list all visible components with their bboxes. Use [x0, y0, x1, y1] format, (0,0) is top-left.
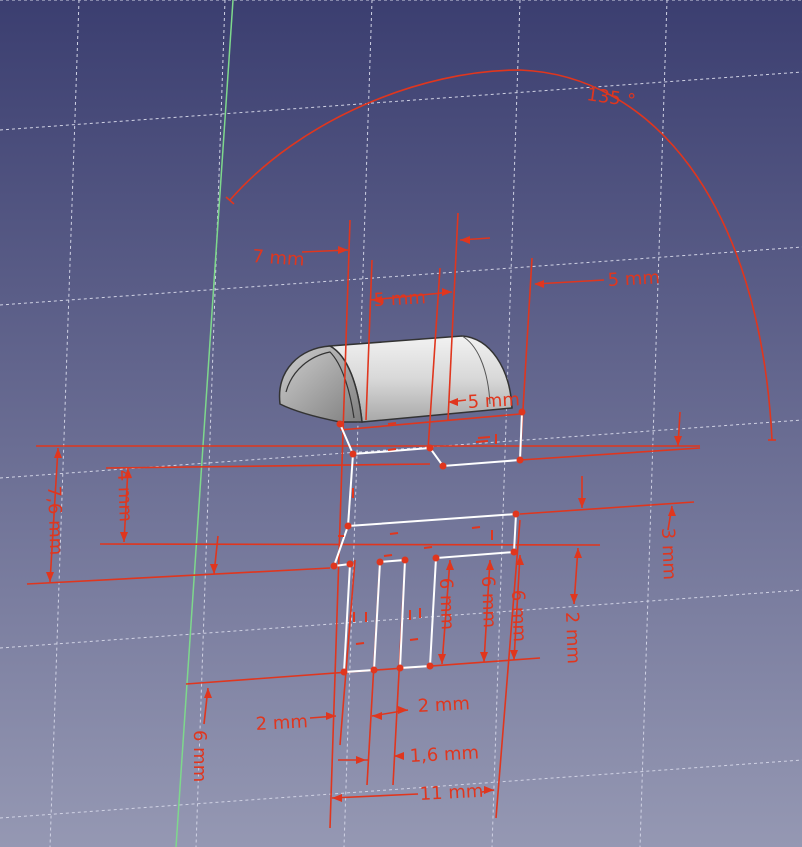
- dimension-7mm[interactable]: 7 mm: [252, 246, 306, 271]
- dimension-2mm-right[interactable]: 2 mm: [561, 611, 584, 664]
- vertex[interactable]: [432, 554, 440, 562]
- vertex[interactable]: [346, 560, 354, 568]
- vertex[interactable]: [336, 420, 344, 428]
- horizontal-constraint-marker: [471, 526, 481, 529]
- dimension-1-6mm[interactable]: 1,6 mm: [409, 742, 479, 767]
- 3d-view-canvas[interactable]: 135 ° 7 mm 5 mm 5 mm 5 mm 7,6 mm 4 mm 3 …: [0, 0, 802, 847]
- horizontal-constraint-marker: [387, 422, 397, 425]
- dimension-2mm-left[interactable]: 2 mm: [255, 711, 308, 735]
- dimension-11mm[interactable]: 11 mm: [419, 781, 484, 805]
- vertex[interactable]: [516, 456, 524, 464]
- horizontal-constraint-marker: [477, 436, 491, 439]
- dimension-4mm[interactable]: 4 mm: [113, 469, 136, 522]
- viewport-background: [0, 0, 802, 847]
- vertex[interactable]: [344, 522, 352, 530]
- dimension-6mm-a[interactable]: 6 mm: [435, 577, 458, 630]
- dimension-5mm-right[interactable]: 5 mm: [607, 267, 660, 291]
- horizontal-constraint-marker: [355, 642, 365, 645]
- horizontal-constraint-marker: [423, 546, 433, 549]
- vertex[interactable]: [340, 668, 348, 676]
- vertex[interactable]: [439, 462, 447, 470]
- dimension-7-6mm[interactable]: 7,6 mm: [43, 485, 66, 555]
- dimension-5mm-inner[interactable]: 5 mm: [467, 389, 520, 413]
- vertex[interactable]: [349, 450, 357, 458]
- vertex[interactable]: [510, 548, 518, 556]
- extension-line: [99, 543, 601, 546]
- horizontal-constraint-marker: [389, 532, 399, 535]
- horizontal-constraint-marker: [387, 448, 397, 451]
- horizontal-constraint-marker: [409, 638, 419, 641]
- dimension-6mm-c[interactable]: 6 mm: [507, 589, 530, 642]
- vertex[interactable]: [396, 664, 404, 672]
- vertex[interactable]: [512, 510, 520, 518]
- dimension-5mm-top[interactable]: 5 mm: [373, 287, 426, 311]
- vertex[interactable]: [401, 556, 409, 564]
- sketch-view-svg[interactable]: 135 ° 7 mm 5 mm 5 mm 5 mm 7,6 mm 4 mm 3 …: [0, 0, 802, 847]
- horizontal-constraint-marker: [383, 554, 393, 557]
- horizontal-constraint-marker: [475, 440, 489, 443]
- vertex[interactable]: [330, 562, 338, 570]
- dimension-3mm[interactable]: 3 mm: [657, 527, 680, 580]
- dimension-2mm-middle[interactable]: 2 mm: [417, 693, 470, 717]
- dimension-6mm-b[interactable]: 6 mm: [477, 575, 500, 628]
- vertex[interactable]: [426, 662, 434, 670]
- vertex[interactable]: [376, 558, 384, 566]
- vertex[interactable]: [426, 444, 434, 452]
- vertex[interactable]: [370, 666, 378, 674]
- dimension-6mm-left[interactable]: 6 mm: [189, 730, 210, 782]
